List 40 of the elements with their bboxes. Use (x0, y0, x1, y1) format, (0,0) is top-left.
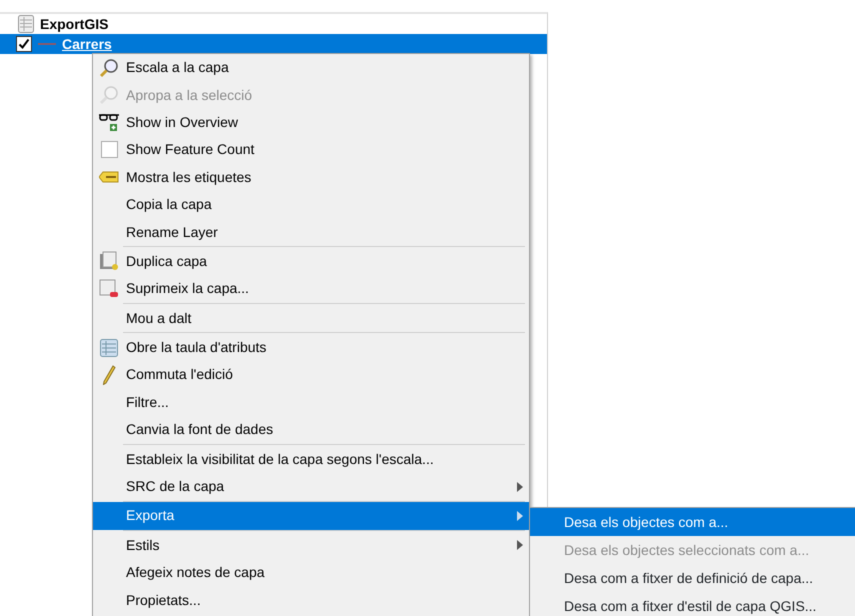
menu-item[interactable]: Commuta l'edició (93, 361, 529, 389)
label-icon (99, 171, 119, 184)
menu-item[interactable]: Mou a dalt (93, 304, 529, 332)
submenu-arrow-icon (517, 510, 523, 521)
menu-item[interactable]: Show in Overview (93, 108, 529, 136)
menu-item[interactable]: Filtre... (93, 388, 529, 416)
menu-item[interactable]: Afegeix notes de capa (93, 559, 529, 586)
glasses-icon (99, 112, 119, 132)
menu-item[interactable]: Escala a la capa (93, 54, 529, 82)
menu-item[interactable]: Copia la capa (93, 190, 529, 218)
menu-item[interactable]: Suprimeix la capa... (93, 275, 529, 303)
submenu-arrow-icon (517, 540, 523, 550)
menu-item[interactable]: Canvia la font de dades (93, 416, 529, 444)
menu-item[interactable]: Duplica capa (93, 248, 529, 276)
zoom-icon (99, 85, 119, 106)
pencil-icon (102, 364, 116, 385)
visibility-checkbox[interactable] (16, 36, 32, 52)
menu-item[interactable]: Estableix la visibilitat de la capa segons l'escala... (93, 445, 529, 473)
table-icon (18, 15, 34, 33)
menu-item[interactable]: Exporta (93, 502, 529, 530)
menu-item[interactable]: Desa els objectes com a... (530, 508, 855, 536)
checkbox[interactable] (100, 141, 118, 158)
submenu-arrow-icon (517, 482, 523, 492)
line-symbol-icon (38, 42, 56, 46)
table-icon (100, 338, 118, 357)
menu-item[interactable]: Estils (93, 532, 529, 560)
zoom-icon (99, 58, 119, 78)
menu-item[interactable]: Obre la taula d'atributs (93, 334, 529, 362)
menu-item[interactable]: Desa com a fitxer de definició de capa... (530, 564, 855, 592)
menu-item[interactable]: SRC de la capa (93, 472, 529, 500)
layer-row[interactable]: Carrers (0, 34, 547, 54)
layer-name: Carrers (62, 34, 112, 54)
duplicate-layer-icon (99, 251, 119, 272)
menu-item[interactable]: Propietats... (93, 586, 529, 614)
menu-item[interactable]: Mostra les etiquetes (93, 164, 529, 191)
menu-item[interactable]: Show Feature Count (93, 136, 529, 164)
group-name[interactable]: ExportGIS (40, 14, 108, 34)
menu-item[interactable]: Desa com a fitxer d'estil de capa QGIS... (530, 592, 855, 616)
menu-item[interactable]: Rename Layer (93, 218, 529, 246)
remove-layer-icon (99, 278, 119, 299)
